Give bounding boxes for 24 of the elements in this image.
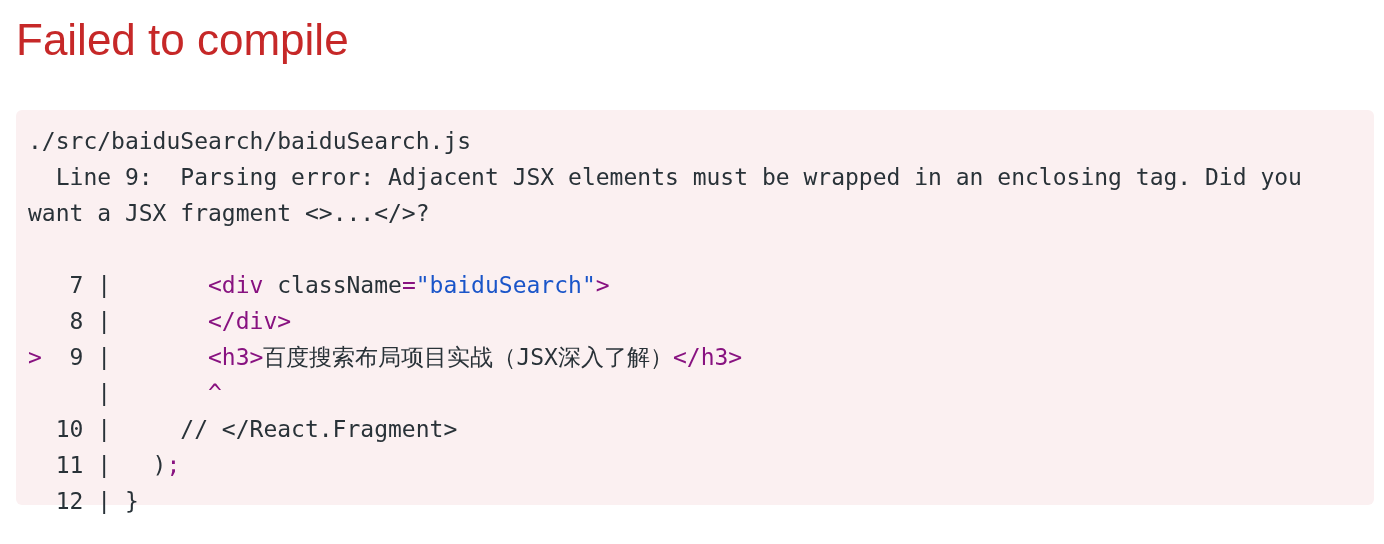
code-line: } — [123, 487, 139, 516]
line-number: 7 — [69, 272, 84, 298]
gutter-pipe-text: | — [97, 451, 112, 480]
code-line: // </React.Fragment> — [179, 415, 458, 444]
line-number: 11 — [55, 452, 84, 478]
error-marker: > — [28, 344, 42, 370]
code-line: <div className="baiduSearch"> — [207, 271, 610, 300]
gutter-pipe-text: | — [97, 415, 112, 444]
code-line: ^ — [207, 379, 222, 408]
code-line: <h3>百度搜索布局项目实战（JSX深入了解）</h3> — [207, 343, 743, 372]
code-line: ); — [151, 451, 181, 480]
gutter-pipe-text: | — [97, 379, 112, 408]
gutter-pipe-text: | — [97, 307, 112, 336]
line-number: 12 — [55, 488, 84, 514]
code-line: </div> — [207, 307, 292, 336]
gutter-pipe-text: | — [97, 271, 112, 300]
line-number: 10 — [55, 416, 84, 442]
error-title: Failed to compile — [16, 14, 350, 66]
file-path: ./src/baiduSearch/baiduSearch.js — [28, 127, 472, 156]
gutter-pipe-text: | — [97, 343, 112, 372]
line-number: 8 — [69, 308, 84, 334]
gutter-pipe-text: | — [97, 487, 112, 516]
error-message: Line 9: Parsing error: Adjacent JSX elements must be wrapped in an enclosing tag. Did you want a JSX fragment <>...</>? — [28, 163, 1303, 228]
line-number: 9 — [69, 344, 84, 370]
